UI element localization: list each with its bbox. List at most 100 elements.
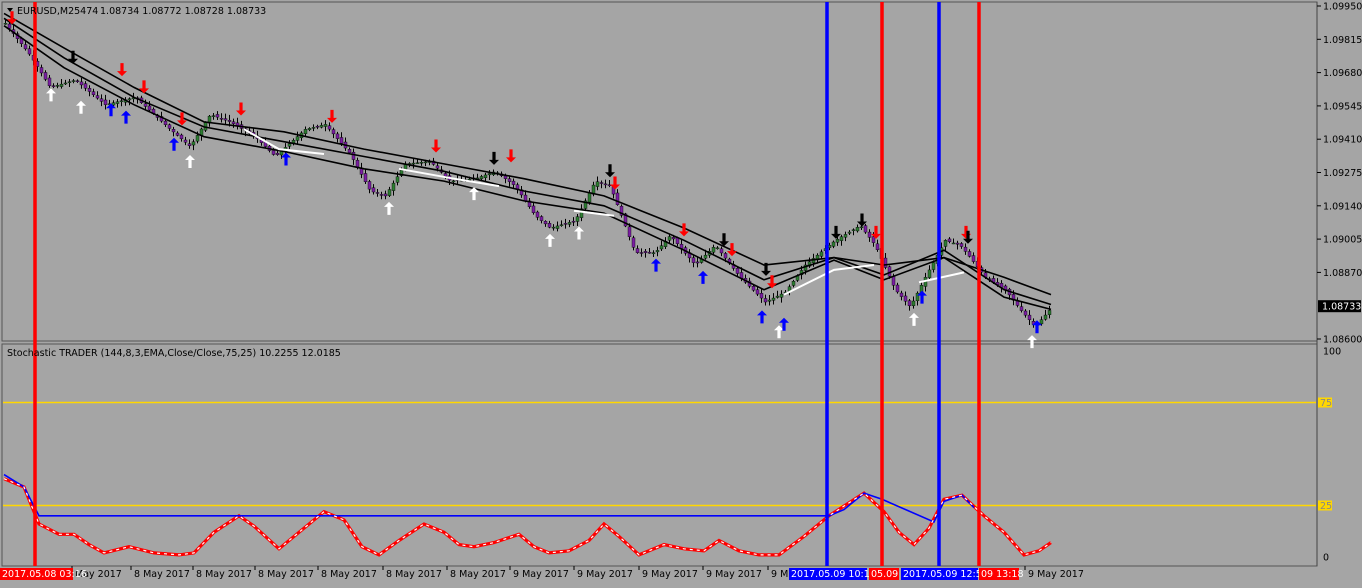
time-axis-label: 9 May 2017 bbox=[706, 569, 762, 580]
candle-body bbox=[307, 128, 312, 131]
sell-arrow-icon bbox=[489, 151, 499, 165]
time-axis-label: 9 May 2017 bbox=[513, 569, 569, 580]
candle-body bbox=[423, 161, 428, 164]
candle-body bbox=[323, 124, 328, 127]
candle-body bbox=[971, 255, 976, 262]
candle-body bbox=[587, 192, 592, 203]
stoch-pane-frame bbox=[1, 343, 1318, 567]
candle-body bbox=[331, 129, 336, 135]
candle-body bbox=[511, 180, 516, 185]
candle-body bbox=[555, 225, 560, 229]
candle-body bbox=[535, 211, 540, 218]
candle-body bbox=[943, 240, 948, 247]
candle-body bbox=[567, 222, 572, 225]
candle-body bbox=[831, 241, 836, 247]
sell-arrow-shape bbox=[117, 63, 127, 77]
time-axis-label: 8 May 2017 bbox=[134, 569, 190, 580]
candle-body bbox=[487, 173, 492, 176]
candle-body bbox=[127, 98, 132, 101]
sell-arrow-shape bbox=[831, 225, 841, 239]
candle-body bbox=[775, 295, 780, 298]
candle-body bbox=[395, 176, 400, 183]
buy-arrow-shape bbox=[574, 226, 584, 240]
candle-body bbox=[1023, 310, 1028, 316]
candle-body bbox=[1047, 310, 1052, 315]
candle-body bbox=[63, 82, 68, 85]
candle-body bbox=[543, 221, 548, 225]
candle-body bbox=[959, 243, 964, 247]
candle-body bbox=[179, 134, 184, 140]
candle-body bbox=[303, 129, 308, 134]
price-tick-label: 1.08870 bbox=[1323, 268, 1362, 279]
candle-body bbox=[223, 118, 228, 121]
candle-body bbox=[791, 281, 796, 286]
candle-body bbox=[847, 231, 852, 234]
buy-arrow-icon bbox=[909, 312, 919, 326]
candle-body bbox=[671, 237, 676, 240]
stoch-main-line bbox=[3, 477, 1052, 557]
sell-arrow-icon bbox=[7, 11, 17, 25]
candle-body bbox=[603, 183, 608, 186]
candle-body bbox=[227, 120, 232, 122]
candle-body bbox=[647, 251, 652, 254]
stoch-tick-label: 100 bbox=[1323, 347, 1341, 358]
sell-arrow-icon bbox=[431, 139, 441, 153]
candle-body bbox=[551, 226, 556, 229]
sell-arrow-shape bbox=[727, 243, 737, 257]
candle-body bbox=[875, 243, 880, 250]
candle-body bbox=[907, 300, 912, 306]
candle-body bbox=[507, 178, 512, 182]
candle-body bbox=[867, 231, 872, 238]
candle-body bbox=[855, 227, 860, 232]
time-axis-label: 9 May 2017 bbox=[642, 569, 698, 580]
candle-body bbox=[843, 234, 848, 238]
sell-arrow-shape bbox=[610, 176, 620, 190]
candle-body bbox=[951, 242, 956, 245]
candle-body bbox=[211, 115, 216, 117]
candle-body bbox=[863, 225, 868, 233]
candle-body bbox=[955, 242, 960, 245]
candle-body bbox=[327, 125, 332, 130]
candle-body bbox=[655, 250, 660, 253]
price-tick-label: 1.09545 bbox=[1323, 101, 1362, 112]
candle-body bbox=[355, 160, 360, 168]
candle-body bbox=[859, 226, 864, 229]
candle-body bbox=[171, 129, 176, 133]
sell-arrow-shape bbox=[431, 139, 441, 153]
candle-body bbox=[215, 114, 220, 118]
candle-body bbox=[367, 181, 372, 190]
ohlc-values: 1.08734 1.08772 1.08728 1.08733 bbox=[100, 6, 266, 17]
candle-body bbox=[103, 99, 108, 105]
buy-arrow-shape bbox=[651, 258, 661, 272]
candle-body bbox=[779, 293, 784, 298]
candle-body bbox=[39, 67, 44, 74]
candle-body bbox=[615, 192, 620, 205]
candle-body bbox=[539, 216, 544, 221]
candle-body bbox=[575, 216, 580, 222]
time-tag-label: 2017.05.09 12:59 bbox=[903, 569, 988, 580]
candle-body bbox=[1019, 306, 1024, 311]
sell-arrow-shape bbox=[767, 275, 777, 289]
candle-body bbox=[71, 80, 76, 82]
buy-arrow-icon bbox=[651, 258, 661, 272]
chart-canvas[interactable]: 1.08733 1.09950 1.09815 1.09680 1.09545 1.094… bbox=[0, 0, 1362, 585]
sell-arrow-shape bbox=[605, 164, 615, 178]
candle-body bbox=[119, 100, 124, 102]
candle-body bbox=[383, 193, 388, 197]
buy-arrow-icon bbox=[121, 110, 131, 124]
sell-arrow-icon bbox=[605, 164, 615, 178]
candle-body bbox=[691, 257, 696, 263]
candle-body bbox=[95, 95, 100, 99]
candle-body bbox=[839, 236, 844, 241]
stoch-level-label: 25 bbox=[1320, 501, 1332, 512]
candle-body bbox=[483, 174, 488, 178]
candle-body bbox=[1043, 314, 1048, 320]
time-tag-label: 09 13:18 bbox=[981, 569, 1024, 580]
candle-body bbox=[851, 229, 856, 231]
price-tick-label: 1.09680 bbox=[1323, 68, 1362, 79]
candle-body bbox=[735, 268, 740, 274]
time-tag-label: 2017.05.08 03:16 bbox=[2, 569, 87, 580]
candle-body bbox=[87, 88, 92, 92]
moving-average-line-3 bbox=[3, 25, 1052, 311]
buy-arrow-shape bbox=[384, 201, 394, 215]
